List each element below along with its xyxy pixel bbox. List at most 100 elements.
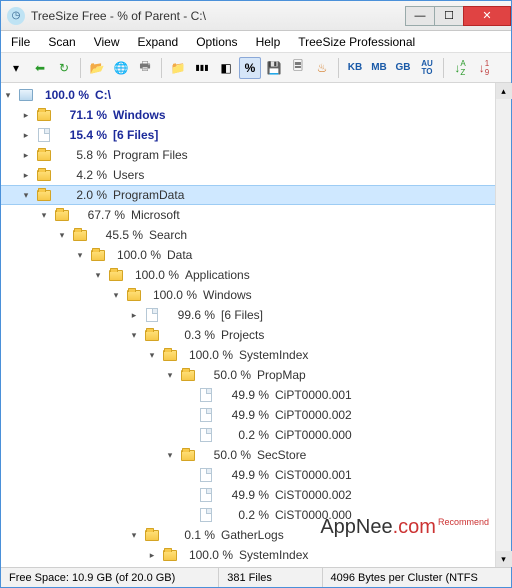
file-icon bbox=[36, 127, 52, 143]
expand-toggle[interactable]: ▾ bbox=[55, 228, 69, 242]
disk-icon[interactable]: 💾 bbox=[263, 57, 285, 79]
tree-folder[interactable]: ▾100.0 %SystemIndex bbox=[1, 345, 511, 365]
expand-toggle[interactable]: ▾ bbox=[91, 268, 105, 282]
percent-label: 4.2 % bbox=[55, 168, 107, 182]
unit-gb-button[interactable]: GB bbox=[392, 57, 414, 79]
name-label: PropMap bbox=[257, 368, 306, 382]
menu-options[interactable]: Options bbox=[190, 33, 243, 51]
tree-folder[interactable]: ▾100.0 %Applications bbox=[1, 265, 511, 285]
refresh-button[interactable]: ↻ bbox=[53, 57, 75, 79]
tree-file[interactable]: ▸15.4 %[6 Files] bbox=[1, 125, 511, 145]
close-button[interactable]: ✕ bbox=[463, 6, 511, 26]
expand-toggle[interactable]: ▸ bbox=[19, 148, 33, 162]
back-button[interactable]: ⬅ bbox=[29, 57, 51, 79]
file-icon bbox=[144, 307, 160, 323]
folder-icon bbox=[162, 547, 178, 563]
tree-folder[interactable]: ▸5.8 %Program Files bbox=[1, 145, 511, 165]
minimize-button[interactable]: — bbox=[405, 6, 435, 26]
expand-toggle[interactable] bbox=[181, 488, 195, 502]
expand-toggle[interactable]: ▸ bbox=[19, 128, 33, 142]
tree-folder[interactable]: ▾0.3 %Projects bbox=[1, 325, 511, 345]
tree-folder[interactable]: ▸4.2 %Users bbox=[1, 165, 511, 185]
expand-toggle[interactable]: ▾ bbox=[73, 248, 87, 262]
percent-button[interactable]: % bbox=[239, 57, 261, 79]
menu-help[interactable]: Help bbox=[250, 33, 287, 51]
expand-toggle[interactable]: ▾ bbox=[1, 88, 15, 102]
collapse-button[interactable]: 📁 bbox=[167, 57, 189, 79]
tree-file[interactable]: 0.2 %CiST0000.000 bbox=[1, 505, 511, 525]
expand-toggle[interactable] bbox=[181, 388, 195, 402]
sort-asc-button[interactable]: ↓AZ bbox=[449, 57, 471, 79]
flame-icon[interactable]: ♨ bbox=[311, 57, 333, 79]
tree-folder[interactable]: ▸71.1 %Windows bbox=[1, 105, 511, 125]
name-label: Windows bbox=[203, 288, 252, 302]
tree-folder[interactable]: ▾45.5 %Search bbox=[1, 225, 511, 245]
titlebar[interactable]: ◷ TreeSize Free - % of Parent - C:\ — ☐ … bbox=[1, 1, 511, 31]
explorer-button[interactable]: 🌐 bbox=[110, 57, 132, 79]
tree-file[interactable]: ▸99.6 %[6 Files] bbox=[1, 305, 511, 325]
expand-toggle[interactable] bbox=[181, 468, 195, 482]
scroll-down-button[interactable]: ▾ bbox=[496, 551, 512, 567]
expand-toggle[interactable] bbox=[181, 408, 195, 422]
vertical-scrollbar[interactable]: ▴ ▾ bbox=[495, 83, 511, 567]
select-drive-button[interactable]: ▾ bbox=[5, 57, 27, 79]
expand-toggle[interactable] bbox=[181, 428, 195, 442]
name-label: [6 Files] bbox=[221, 308, 263, 322]
menu-treesize-professional[interactable]: TreeSize Professional bbox=[292, 33, 421, 51]
tree-folder[interactable]: ▾2.0 %ProgramData bbox=[1, 185, 511, 205]
print-button[interactable]: 🖶 bbox=[134, 57, 156, 79]
tree-folder[interactable]: ▾100.0 %Windows bbox=[1, 285, 511, 305]
tree-root[interactable]: ▾100.0 %C:\ bbox=[1, 85, 511, 105]
expand-toggle[interactable]: ▾ bbox=[163, 448, 177, 462]
name-label: CiPT0000.002 bbox=[275, 408, 352, 422]
menu-scan[interactable]: Scan bbox=[42, 33, 81, 51]
percent-label: 0.2 % bbox=[217, 508, 269, 522]
expand-toggle[interactable]: ▸ bbox=[145, 548, 159, 562]
tree-file[interactable]: 0.2 %CiPT0000.000 bbox=[1, 425, 511, 445]
expand-toggle[interactable]: ▾ bbox=[109, 288, 123, 302]
gradient-button[interactable]: ◧ bbox=[215, 57, 237, 79]
unit-kb-button[interactable]: KB bbox=[344, 57, 366, 79]
expand-toggle[interactable]: ▾ bbox=[163, 368, 177, 382]
scroll-up-button[interactable]: ▴ bbox=[496, 83, 512, 99]
expand-toggle[interactable]: ▾ bbox=[127, 528, 141, 542]
unit-auto-button[interactable]: AUTO bbox=[416, 57, 438, 79]
tree-file[interactable]: 49.9 %CiST0000.001 bbox=[1, 465, 511, 485]
tree-view[interactable]: ▾100.0 %C:\ ▸ 71.1 % Windows ▸15.4 %[6 Files… bbox=[1, 83, 511, 567]
expand-toggle[interactable]: ▾ bbox=[145, 348, 159, 362]
percent-label: 71.1 % bbox=[55, 108, 107, 122]
expand-toggle[interactable]: ▾ bbox=[37, 208, 51, 222]
file-icon bbox=[198, 407, 214, 423]
menu-view[interactable]: View bbox=[88, 33, 126, 51]
toolbar: ▾ ⬅ ↻ 📂 🌐 🖶 📁 ▮▮▮ ◧ % 💾 🗏 ♨ KB MB GB AUT… bbox=[1, 53, 511, 83]
percent-label: 100.0 % bbox=[109, 248, 161, 262]
tree-folder[interactable]: ▸100.0 %SystemIndex bbox=[1, 545, 511, 565]
name-label: CiST0000.002 bbox=[275, 488, 352, 502]
tree-file[interactable]: 49.9 %CiPT0000.002 bbox=[1, 405, 511, 425]
tree-file[interactable]: 49.9 %CiST0000.002 bbox=[1, 485, 511, 505]
tree-folder[interactable]: ▾100.0 %Data bbox=[1, 245, 511, 265]
name-label: SystemIndex bbox=[239, 548, 308, 562]
tree-file[interactable]: 49.9 %CiPT0000.001 bbox=[1, 385, 511, 405]
expand-toggle[interactable]: ▸ bbox=[19, 168, 33, 182]
expand-toggle[interactable]: ▸ bbox=[127, 308, 141, 322]
tree-folder[interactable]: ▾50.0 %SecStore bbox=[1, 445, 511, 465]
menu-expand[interactable]: Expand bbox=[132, 33, 185, 51]
expand-toggle[interactable]: ▾ bbox=[127, 328, 141, 342]
tree-folder[interactable]: ▾67.7 %Microsoft bbox=[1, 205, 511, 225]
percent-label: 5.8 % bbox=[55, 148, 107, 162]
expand-toggle[interactable]: ▸ bbox=[19, 108, 33, 122]
file-icon bbox=[198, 387, 214, 403]
tree-folder[interactable]: ▾0.1 %GatherLogs bbox=[1, 525, 511, 545]
open-folder-button[interactable]: 📂 bbox=[86, 57, 108, 79]
unit-mb-button[interactable]: MB bbox=[368, 57, 390, 79]
tree-folder[interactable]: ▾50.0 %PropMap bbox=[1, 365, 511, 385]
bar-mode-button[interactable]: ▮▮▮ bbox=[191, 57, 213, 79]
menu-file[interactable]: File bbox=[5, 33, 36, 51]
name-label: Search bbox=[149, 228, 187, 242]
pie-chart-button[interactable]: 🗏 bbox=[287, 57, 309, 79]
expand-toggle[interactable]: ▾ bbox=[19, 188, 33, 202]
sort-num-button[interactable]: ↓19 bbox=[473, 57, 495, 79]
expand-toggle[interactable] bbox=[181, 508, 195, 522]
maximize-button[interactable]: ☐ bbox=[434, 6, 464, 26]
